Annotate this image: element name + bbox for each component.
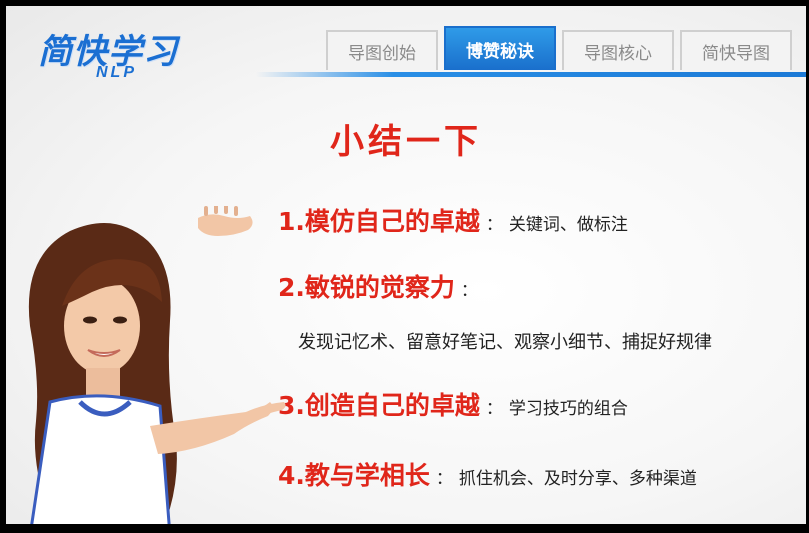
tab-daotu-hexin[interactable]: 导图核心 (562, 30, 674, 70)
hand-peeking-icon (198, 206, 253, 236)
summary-item-1: 1.模仿自己的卓越 ： 关键词、做标注 (278, 202, 628, 238)
summary-item-3: 3.创造自己的卓越 ： 学习技巧的组合 (278, 386, 628, 422)
summary-item-2-detail: 发现记忆术、留意好笔记、观察小细节、捕捉好规律 (298, 332, 712, 353)
slide-title: 小结一下 (330, 122, 482, 162)
tab-bozan-mijue[interactable]: 博赞秘诀 (444, 26, 556, 70)
item-note: 学习技巧的组合 (508, 399, 628, 419)
colon-separator: ： (485, 399, 503, 419)
woman-pointing-illustration (28, 206, 286, 524)
logo-sub-text: NLP (96, 64, 137, 81)
brand-logo: 简快学习 NLP (38, 24, 208, 90)
tab-underline-divider (256, 72, 806, 77)
slide: 简快学习 NLP 导图创始 博赞秘诀 导图核心 简快导图 小结一下 1.模仿自己… (6, 6, 806, 524)
tab-jiankuai-daotu[interactable]: 简快导图 (680, 30, 792, 70)
summary-item-4: 4.教与学相长 ： 抓住机会、及时分享、多种渠道 (278, 456, 697, 492)
tab-daotu-chuangshi[interactable]: 导图创始 (326, 30, 438, 70)
video-frame: 简快学习 NLP 导图创始 博赞秘诀 导图核心 简快导图 小结一下 1.模仿自己… (0, 0, 809, 533)
colon-separator: ： (460, 281, 478, 301)
colon-separator: ： (435, 469, 453, 489)
item-note: 抓住机会、及时分享、多种渠道 (458, 469, 697, 489)
colon-separator: ： (485, 215, 503, 235)
tab-bar: 导图创始 博赞秘诀 导图核心 简快导图 (326, 26, 792, 72)
item-note: 关键词、做标注 (508, 215, 628, 235)
